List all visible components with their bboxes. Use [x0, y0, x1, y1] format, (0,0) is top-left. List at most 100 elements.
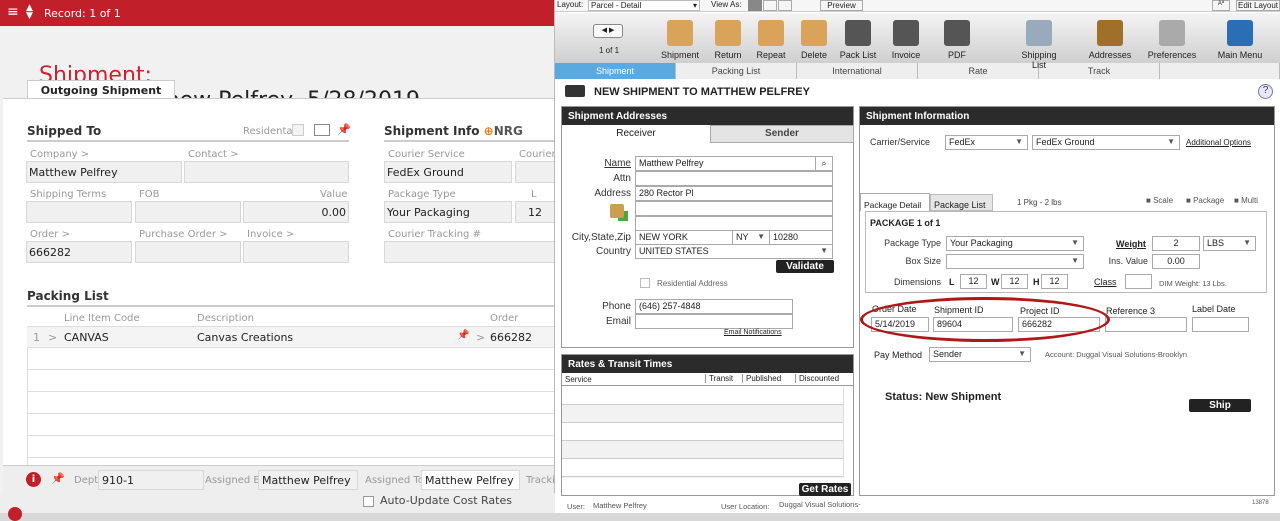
address-line1[interactable]: 280 Rector Pl: [635, 186, 833, 201]
residential-checkbox[interactable]: [640, 278, 650, 288]
email-notifications-link[interactable]: Email Notifications: [724, 329, 782, 336]
toolbar-delete-button[interactable]: Delete: [789, 20, 839, 60]
fob-field[interactable]: [135, 201, 241, 223]
order-field[interactable]: 666282: [26, 241, 132, 263]
pin-icon[interactable]: 📌: [51, 472, 65, 485]
sort-icon[interactable]: ▲ ▼: [26, 4, 33, 21]
tab-receiver[interactable]: Receiver: [562, 125, 710, 143]
additional-options-link[interactable]: Additional Options: [1186, 138, 1251, 147]
residential-checkbox[interactable]: [292, 124, 304, 136]
tab-package-detail[interactable]: Package Detail: [860, 193, 930, 211]
assigned-by-field[interactable]: Matthew Pelfrey: [258, 470, 358, 490]
pin-icon[interactable]: 📌: [457, 330, 469, 341]
toolbar-invoice-button[interactable]: Invoice: [881, 20, 931, 60]
po-label[interactable]: Purchase Order >: [139, 229, 228, 240]
city-field[interactable]: NEW YORK: [635, 230, 733, 245]
toolbar-addresses-button[interactable]: Addresses: [1085, 20, 1135, 60]
length-field[interactable]: 12: [960, 274, 987, 289]
shipping-terms-field[interactable]: [26, 201, 132, 223]
state-select[interactable]: NY: [732, 230, 770, 245]
validate-button[interactable]: Validate: [776, 260, 834, 273]
invoice-field[interactable]: [243, 241, 349, 263]
assigned-to-field[interactable]: Matthew Pelfrey: [421, 470, 520, 490]
preview-button[interactable]: Preview: [820, 0, 863, 11]
view-form-button[interactable]: [748, 0, 762, 11]
package-type-field[interactable]: Your Packaging: [384, 201, 512, 223]
add-address-icon[interactable]: [610, 204, 624, 218]
company-label[interactable]: Company >: [30, 149, 89, 160]
reference3-field[interactable]: [1105, 317, 1187, 332]
rates-list[interactable]: [562, 387, 843, 478]
address-line2[interactable]: [635, 201, 833, 216]
width-field[interactable]: 12: [1001, 274, 1028, 289]
box-size-select[interactable]: [946, 254, 1084, 269]
name-label[interactable]: Name: [562, 158, 631, 169]
po-field[interactable]: [135, 241, 241, 263]
value-field[interactable]: 0.00: [243, 201, 349, 223]
add-package-button[interactable]: ■ Package: [1186, 196, 1224, 205]
height-field[interactable]: 12: [1041, 274, 1068, 289]
tracking-field[interactable]: [384, 241, 554, 263]
class-field[interactable]: [1125, 274, 1152, 289]
pin-icon[interactable]: 📌: [337, 123, 351, 136]
edit-layout-button[interactable]: Edit Layout: [1236, 0, 1280, 11]
courier-service-field[interactable]: FedEx Ground: [384, 161, 512, 183]
toolbar-preferences-button[interactable]: Preferences: [1147, 20, 1197, 60]
weight-field[interactable]: 2: [1152, 236, 1200, 251]
ship-button[interactable]: Ship: [1189, 399, 1251, 412]
tab-package-list[interactable]: Package List: [930, 194, 993, 211]
record-navigator[interactable]: ◀ ▶: [593, 24, 623, 38]
layout-select[interactable]: Parcel - Detail ▾: [588, 0, 700, 11]
email-field[interactable]: [635, 314, 793, 329]
row-order-arrow[interactable]: >: [476, 331, 485, 344]
class-link[interactable]: Class: [1094, 277, 1117, 287]
scale-button[interactable]: ■ Scale: [1146, 196, 1173, 205]
package-type-select[interactable]: Your Packaging: [946, 236, 1084, 251]
font-size-button[interactable]: Aª: [1212, 0, 1230, 11]
address-line3[interactable]: [635, 216, 833, 231]
dept-field[interactable]: 910-1: [98, 470, 204, 490]
tab-packing-list[interactable]: Packing List: [676, 63, 797, 79]
invoice-label[interactable]: Invoice >: [247, 229, 294, 240]
table-row[interactable]: 1 > CANVAS Canvas Creations 📌 > 666282: [27, 326, 554, 348]
country-select[interactable]: UNITED STATES: [635, 244, 833, 259]
view-list-button[interactable]: [763, 0, 777, 11]
phone-field[interactable]: (646) 257-4848: [635, 299, 793, 314]
toolbar-pdf-button[interactable]: PDF: [932, 20, 982, 60]
behind-checkbox[interactable]: [363, 496, 374, 507]
carrier-select[interactable]: FedEx: [945, 135, 1028, 150]
rates-scrollbar[interactable]: [843, 387, 853, 478]
info-icon[interactable]: i: [26, 472, 41, 487]
note-icon[interactable]: [314, 124, 330, 136]
company-field[interactable]: Matthew Pelfrey: [26, 161, 182, 183]
row-arrow[interactable]: >: [48, 331, 57, 344]
pay-method-select[interactable]: Sender: [929, 347, 1031, 362]
get-rates-button[interactable]: Get Rates: [799, 483, 851, 496]
name-search-button[interactable]: ⌕: [815, 156, 833, 171]
tab-sender[interactable]: Sender: [710, 125, 854, 143]
ins-value-field[interactable]: 0.00: [1152, 254, 1200, 269]
weight-label[interactable]: Weight: [1116, 239, 1146, 249]
help-icon[interactable]: ?: [1258, 84, 1273, 99]
service-select[interactable]: FedEx Ground: [1032, 135, 1180, 150]
order-label[interactable]: Order >: [30, 229, 70, 240]
label-date-field[interactable]: [1192, 317, 1249, 332]
toolbar-pack-list-button[interactable]: Pack List: [833, 20, 883, 60]
multi-button[interactable]: ■ Multi: [1234, 196, 1258, 205]
contact-label[interactable]: Contact >: [188, 149, 238, 160]
length-field[interactable]: 12: [515, 201, 554, 223]
tab-outgoing-shipment[interactable]: Outgoing Shipment: [27, 80, 175, 99]
zip-field[interactable]: 10280: [769, 230, 833, 245]
tab-shipment[interactable]: Shipment: [555, 63, 676, 79]
attn-field[interactable]: [635, 171, 833, 186]
menu-icon[interactable]: ≡: [7, 5, 19, 19]
contact-field[interactable]: [184, 161, 349, 183]
toolbar-shipping-list-button[interactable]: Shipping List: [1014, 20, 1064, 70]
toolbar-main-menu-button[interactable]: Main Menu: [1215, 20, 1265, 60]
view-table-button[interactable]: [778, 0, 792, 11]
courier-field[interactable]: [515, 161, 554, 183]
toolbar-shipment-button[interactable]: Shipment: [655, 20, 705, 60]
name-field[interactable]: Matthew Pelfrey: [635, 156, 833, 171]
weight-unit-select[interactable]: LBS: [1203, 236, 1256, 251]
tab-international[interactable]: International: [797, 63, 918, 79]
